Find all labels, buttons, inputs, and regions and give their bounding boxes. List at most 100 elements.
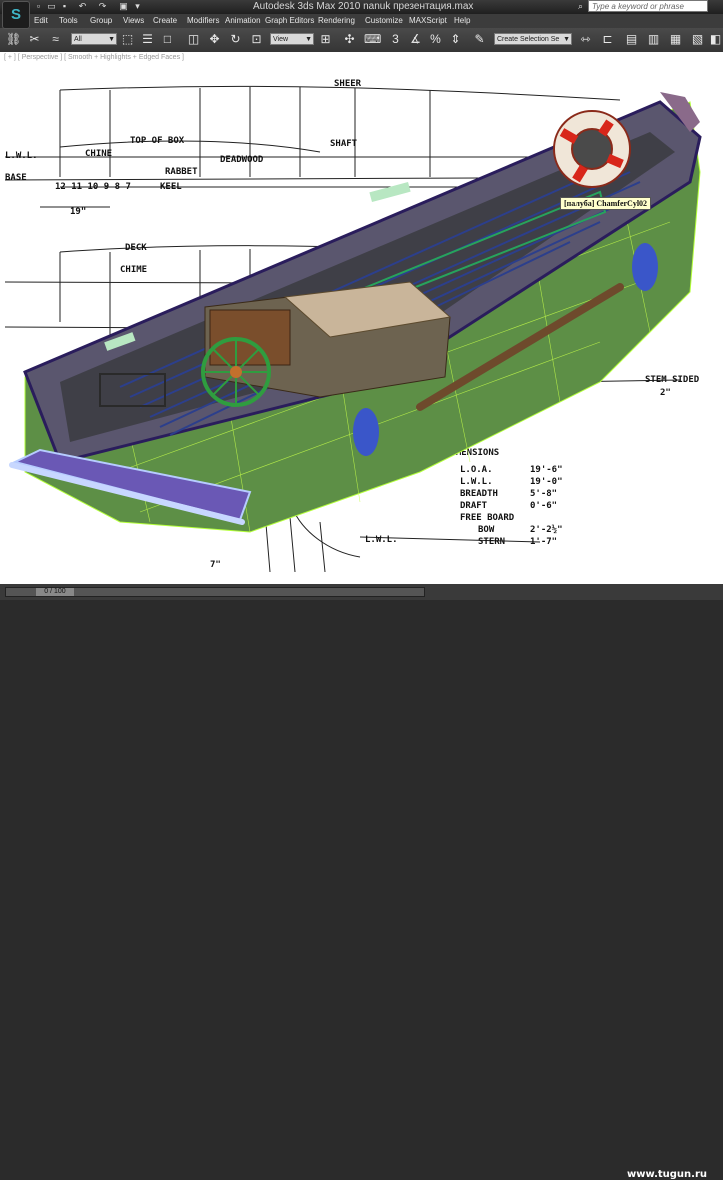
main-toolbar: ⛓ ✂ ≈ All ▼ ⬚ ☰ □ ◫ ✥ ↻ ⊡ View ▼ ⊞ ✣ ⌨ 3 ∡…: [0, 28, 723, 53]
menu-graph-editors[interactable]: Graph Editors: [265, 16, 314, 25]
bind-space-warp-icon[interactable]: ≈: [48, 32, 63, 47]
menu-rendering[interactable]: Rendering: [318, 16, 355, 25]
blueprint-chime-label: CHIME: [120, 265, 147, 275]
menu-customize[interactable]: Customize: [365, 16, 403, 25]
menu-create[interactable]: Create: [153, 16, 177, 25]
dimensions-table: DIMENSIONS L.O.A. 19'-6" L.W.L. 19'-0" B…: [445, 448, 563, 547]
blueprint-lwl-bottom-label: L.W.L.: [365, 535, 398, 545]
blueprint-stem-value: 2": [660, 388, 671, 398]
dimension-value: 19'-0": [530, 477, 563, 487]
link-icon[interactable]: ⛓: [6, 32, 21, 47]
blueprint-sheer-label: SHEER: [334, 79, 362, 89]
rectangular-selection-icon[interactable]: □: [160, 32, 175, 47]
menu-maxscript[interactable]: MAXScript: [409, 16, 447, 25]
fender-left: [353, 408, 379, 456]
pivot-center-icon[interactable]: ⊞: [318, 32, 333, 47]
select-by-name-icon[interactable]: ☰: [140, 32, 155, 47]
menu-modifiers[interactable]: Modifiers: [187, 16, 219, 25]
align-icon[interactable]: ⊏: [600, 32, 615, 47]
named-selection-dropdown[interactable]: Create Selection Se ▼: [494, 33, 572, 45]
time-slider-thumb[interactable]: 0 / 100: [36, 588, 74, 596]
dimension-value: 5'-8": [530, 489, 557, 499]
layer-manager-icon[interactable]: ▤: [624, 32, 639, 47]
coordinate-system-value: View: [273, 36, 289, 43]
blueprint-dim-7-label: 7": [210, 560, 221, 570]
blueprint-deck-label: DECK: [125, 243, 147, 253]
move-icon[interactable]: ✥: [207, 32, 222, 47]
viewport-scene: SHEER L.W.L. TOP OF BOX CHINE DEADWOOD S…: [4, 79, 702, 573]
redo-icon[interactable]: ↷: [97, 1, 108, 12]
lifebuoy[interactable]: [553, 110, 631, 188]
snaps-toggle-icon[interactable]: 3: [388, 32, 403, 47]
dimension-label: BOW: [478, 525, 495, 535]
reference-coordinate-dropdown[interactable]: View ▼: [270, 33, 314, 45]
menu-tools[interactable]: Tools: [59, 16, 78, 25]
material-editor-icon[interactable]: ◧: [708, 32, 723, 47]
menu-group[interactable]: Group: [90, 16, 112, 25]
angle-snap-icon[interactable]: ∡: [408, 32, 423, 47]
search-input[interactable]: Type a keyword or phrase: [588, 0, 708, 12]
edit-named-selection-icon[interactable]: ✎: [472, 32, 487, 47]
object-tooltip: [палуба] ChamferCyl02: [560, 197, 652, 210]
blueprint-stem-sided-label: STEM SIDED: [645, 375, 700, 385]
mirror-icon[interactable]: ⇿: [578, 32, 593, 47]
dimension-value: 2'-2½": [530, 524, 563, 535]
fender-right: [632, 243, 658, 291]
select-manipulate-icon[interactable]: ✣: [342, 32, 357, 47]
selection-filter-value: All: [74, 36, 82, 43]
dimension-label: BREADTH: [460, 489, 498, 499]
menu-bar: Edit Tools Group Views Create Modifiers …: [30, 14, 723, 28]
dimension-value: 1'-7": [530, 537, 557, 547]
quick-access-dropdown-icon[interactable]: ▾: [132, 1, 143, 12]
chevron-down-icon: ▼: [108, 36, 115, 43]
blueprint-keel-label: KEEL: [160, 182, 182, 192]
open-file-icon[interactable]: ▭: [46, 1, 57, 12]
menu-views[interactable]: Views: [123, 16, 144, 25]
status-bar: 0 / 100 www.tugun.ru: [0, 584, 723, 1180]
blueprint-lwl-label: L.W.L.: [5, 151, 38, 161]
menu-edit[interactable]: Edit: [34, 16, 48, 25]
dimension-value: 19'-6": [530, 465, 563, 475]
blueprint-deadwood-label: DEADWOOD: [220, 155, 264, 165]
perspective-viewport[interactable]: SHEER L.W.L. TOP OF BOX CHINE DEADWOOD S…: [0, 52, 723, 584]
dimension-label: L.O.A.: [460, 465, 493, 475]
select-object-icon[interactable]: ⬚: [120, 32, 135, 47]
dimension-label: STERN: [478, 537, 505, 547]
title-bar: S ▫ ▭ ▪ ↶ ↷ ▣ ▾ Autodesk 3ds Max 2010 na…: [0, 0, 723, 29]
scale-icon[interactable]: ⊡: [249, 32, 264, 47]
watermark-text: www.tugun.ru: [627, 1169, 708, 1180]
unlink-icon[interactable]: ✂: [27, 32, 42, 47]
boat-model[interactable]: [9, 92, 702, 533]
blueprint-rabbet-label: RABBET: [165, 167, 198, 177]
curve-editor-icon[interactable]: ▦: [668, 32, 683, 47]
graphite-ribbon-icon[interactable]: ▥: [646, 32, 661, 47]
rotate-icon[interactable]: ↻: [228, 32, 243, 47]
dimension-label: DRAFT: [460, 501, 488, 511]
chevron-down-icon: ▼: [563, 36, 570, 43]
dimension-label: FREE BOARD: [460, 513, 515, 523]
keyboard-shortcut-override-icon[interactable]: ⌨: [364, 32, 381, 47]
undo-icon[interactable]: ↶: [77, 1, 88, 12]
help-search-icon[interactable]: ⌕: [575, 1, 586, 12]
percent-snap-icon[interactable]: %: [428, 32, 443, 47]
app-logo-icon[interactable]: S: [2, 1, 30, 29]
window-title: Autodesk 3ds Max 2010 nanuk презентация.…: [253, 1, 474, 12]
dimension-label: L.W.L.: [460, 477, 493, 487]
selection-filter-dropdown[interactable]: All ▼: [71, 33, 117, 45]
window-crossing-icon[interactable]: ◫: [186, 32, 201, 47]
new-file-icon[interactable]: ▫: [33, 1, 44, 12]
project-folder-icon[interactable]: ▣: [118, 1, 129, 12]
named-selection-value: Create Selection Se: [497, 36, 560, 43]
menu-help[interactable]: Help: [454, 16, 470, 25]
dimension-value: 0'-6": [530, 501, 557, 511]
cleat: [369, 181, 411, 203]
steering-wheel[interactable]: [201, 337, 271, 407]
schematic-view-icon[interactable]: ▧: [690, 32, 705, 47]
spinner-snap-icon[interactable]: ⇕: [448, 32, 463, 47]
viewport-label[interactable]: [ + ] [ Perspective ] [ Smooth + Highlig…: [4, 54, 184, 61]
chevron-down-icon: ▼: [305, 36, 312, 43]
blueprint-spacing-label: 19": [70, 207, 86, 217]
menu-animation[interactable]: Animation: [225, 16, 261, 25]
time-slider[interactable]: 0 / 100: [5, 587, 425, 597]
save-icon[interactable]: ▪: [59, 1, 70, 12]
